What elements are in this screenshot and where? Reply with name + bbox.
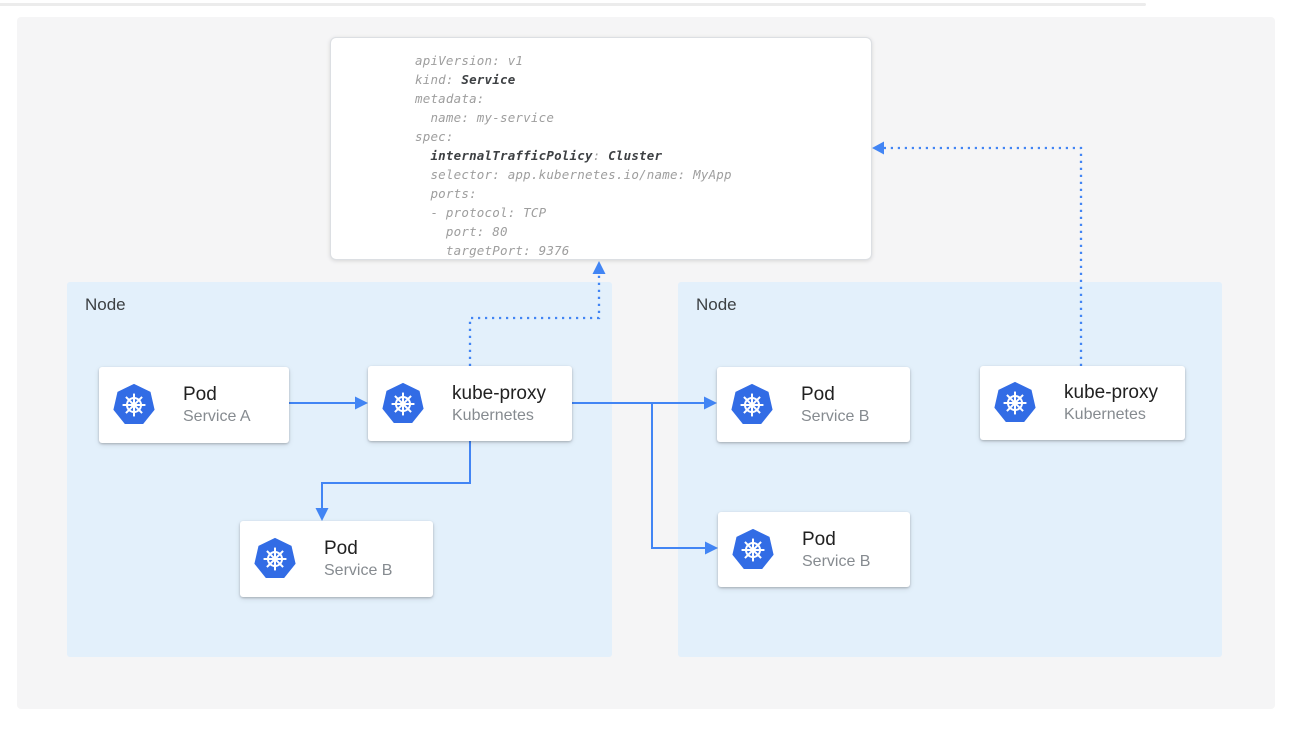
card-subtitle: Kubernetes (452, 405, 546, 426)
yaml-line: kind: Service (415, 70, 871, 89)
pod-card-service-b-right-top: Pod Service B (717, 367, 910, 442)
pod-card-service-a: Pod Service A (99, 367, 289, 443)
kubernetes-icon (112, 383, 156, 427)
card-title: Pod (802, 528, 870, 551)
yaml-line: ports: (415, 184, 871, 203)
yaml-line: spec: (415, 127, 871, 146)
yaml-line: targetPort: 9376 (415, 241, 871, 260)
node-left: Node (67, 282, 612, 657)
pod-card-service-b-left: Pod Service B (240, 521, 433, 597)
kube-proxy-card-right: kube-proxy Kubernetes (980, 366, 1185, 440)
diagram-canvas: apiVersion: v1 kind: Service metadata: n… (0, 0, 1296, 729)
yaml-line: - protocol: TCP (415, 203, 871, 222)
card-subtitle: Service B (324, 560, 392, 581)
card-subtitle: Service A (183, 406, 251, 427)
card-title: Pod (324, 537, 392, 560)
card-subtitle: Service B (802, 551, 870, 572)
card-subtitle: Kubernetes (1064, 404, 1158, 425)
kubernetes-icon (381, 382, 425, 426)
yaml-line: metadata: (415, 89, 871, 108)
kube-proxy-card-left: kube-proxy Kubernetes (368, 366, 572, 441)
service-yaml-code-block: apiVersion: v1 kind: Service metadata: n… (330, 37, 872, 260)
yaml-line-internal-traffic-policy: internalTrafficPolicy: Cluster (415, 146, 871, 165)
top-divider (0, 3, 1146, 6)
card-title: kube-proxy (1064, 381, 1158, 404)
kubernetes-icon (730, 383, 774, 427)
node-label: Node (85, 295, 126, 315)
yaml-line: apiVersion: v1 (415, 51, 871, 70)
card-title: Pod (801, 383, 869, 406)
card-title: Pod (183, 383, 251, 406)
kubernetes-icon (253, 537, 297, 581)
yaml-line: name: my-service (415, 108, 871, 127)
yaml-line: port: 80 (415, 222, 871, 241)
kubernetes-icon (731, 528, 775, 572)
yaml-line: selector: app.kubernetes.io/name: MyApp (415, 165, 871, 184)
card-subtitle: Service B (801, 406, 869, 427)
card-title: kube-proxy (452, 382, 546, 405)
node-label: Node (696, 295, 737, 315)
pod-card-service-b-right-bottom: Pod Service B (718, 512, 910, 587)
kubernetes-icon (993, 381, 1037, 425)
node-right: Node (678, 282, 1222, 657)
